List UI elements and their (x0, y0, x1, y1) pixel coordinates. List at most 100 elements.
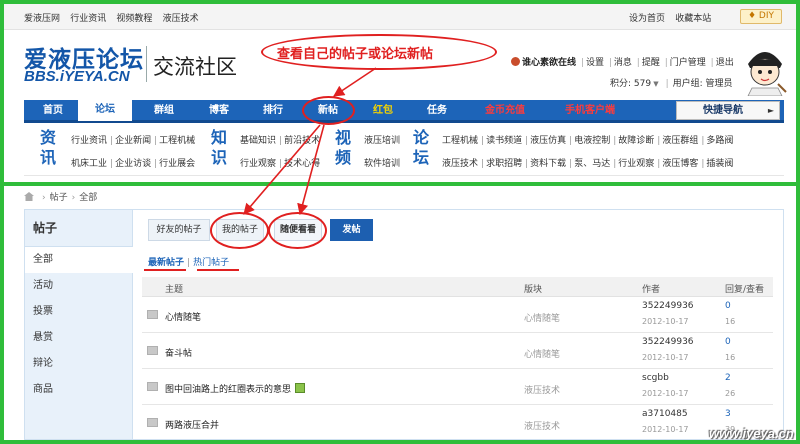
thread-views: 16 (725, 353, 736, 362)
logout-link[interactable]: 退出 (716, 58, 734, 68)
cat-link[interactable]: 插装阀 (706, 159, 733, 169)
category-luntan[interactable]: 论坛 (413, 128, 433, 168)
points-link[interactable]: 积分: 579 (610, 79, 651, 89)
thread-views: 26 (725, 389, 736, 398)
bookmark-link[interactable]: 收藏本站 (675, 14, 711, 24)
thread-forum[interactable]: 心情随笔 (524, 311, 560, 324)
thread-replies[interactable]: 0 (725, 337, 731, 347)
sidebar-item-debate[interactable]: 辩论 (25, 351, 132, 377)
sidebar-item-all[interactable]: 全部 (25, 247, 134, 273)
cat-link[interactable]: 行业观察 (240, 159, 276, 169)
sidebar-item-goods[interactable]: 商品 (25, 377, 132, 403)
thread-replies[interactable]: 0 (725, 301, 731, 311)
cat-link[interactable]: 基础知识 (240, 136, 276, 146)
cat-link[interactable]: 行业观察 (618, 159, 654, 169)
top-link-video[interactable]: 视频教程 (116, 14, 152, 24)
site-logo-en[interactable]: BBS.iYEYA.CN (24, 68, 130, 85)
cat-link[interactable]: 技术心得 (284, 159, 320, 169)
top-link-iyeya[interactable]: 爱液压网 (24, 14, 60, 24)
cat-link[interactable]: 企业访谈 (115, 159, 151, 169)
thread-views: 16 (725, 317, 736, 326)
nav-forum[interactable]: 论坛 (78, 98, 132, 121)
diy-button[interactable]: ♦ DIY (740, 9, 782, 24)
thread-title[interactable]: 两路液压合并 (165, 418, 219, 431)
annotation-underline-newest (144, 269, 186, 271)
quick-nav-button[interactable]: 快捷导航 ► (676, 101, 780, 120)
cat-link[interactable]: 液压群组 (662, 136, 698, 146)
cat-link[interactable]: 企业新闻 (115, 136, 151, 146)
watermark: www.iyeya.cn (709, 426, 794, 441)
sidebar-item-activity[interactable]: 活动 (25, 273, 132, 299)
thread-title[interactable]: 图中回油路上的红圈表示的意思 (165, 385, 291, 395)
avatar[interactable] (742, 44, 788, 96)
cat-link[interactable]: 机床工业 (71, 159, 107, 169)
nav-red-envelope[interactable]: 红包 (360, 100, 406, 120)
nav-mobile-client[interactable]: 手机客户端 (550, 100, 630, 120)
user-group-link[interactable]: 用户组: 管理员 (673, 79, 733, 89)
folder-icon (147, 346, 158, 355)
nav-home[interactable]: 首页 (30, 100, 76, 120)
nav-blog[interactable]: 博客 (196, 100, 242, 120)
nav-ranking[interactable]: 排行 (250, 100, 296, 120)
cat-link[interactable]: 资料下载 (530, 159, 566, 169)
username-link[interactable]: 谁心素欲在线 (522, 58, 576, 68)
new-post-button[interactable]: 发帖 (330, 219, 373, 241)
cat-link[interactable]: 泵、马达 (574, 159, 610, 169)
notifications-link[interactable]: 提醒 (642, 58, 660, 68)
thread-date: 2012-10-17 (642, 389, 689, 398)
top-link-tech[interactable]: 液压技术 (163, 14, 199, 24)
thread-author[interactable]: a3710485 (642, 409, 688, 419)
top-right-links: 设为首页 收藏本站 (629, 11, 718, 24)
cat-link[interactable]: 液压培训 (364, 136, 400, 146)
nav-tasks[interactable]: 任务 (414, 100, 460, 120)
cat-link[interactable]: 电液控制 (574, 136, 610, 146)
tab-friends-posts[interactable]: 好友的帖子 (148, 219, 210, 241)
cat-link[interactable]: 前沿技术 (284, 136, 320, 146)
sidebar-item-vote[interactable]: 投票 (25, 299, 132, 325)
thread-title-with-image[interactable]: 图中回油路上的红圈表示的意思 (165, 382, 306, 395)
thread-title[interactable]: 心情随笔 (165, 310, 201, 323)
annotation-ring-my-posts (210, 212, 269, 249)
cat-link[interactable]: 求职招聘 (486, 159, 522, 169)
cat-link[interactable]: 工程机械 (442, 136, 478, 146)
cat-link[interactable]: 行业展会 (159, 159, 195, 169)
cat-link[interactable]: 液压博客 (662, 159, 698, 169)
portal-admin-link[interactable]: 门户管理 (670, 58, 706, 68)
cat-link[interactable]: 软件培训 (364, 159, 400, 169)
cat-link[interactable]: 行业资讯 (71, 136, 107, 146)
sidebar-item-reward[interactable]: 悬赏 (25, 325, 132, 351)
col-subject: 主题 (165, 285, 184, 295)
thread-title[interactable]: 奋斗帖 (165, 346, 192, 359)
category-zhishi-row1: 基础知识 | 前沿技术 (240, 136, 321, 146)
thread-replies[interactable]: 2 (725, 373, 731, 383)
breadcrumb-all[interactable]: 全部 (79, 193, 97, 203)
thread-author[interactable]: scgbb (642, 373, 669, 383)
cat-link[interactable]: 工程机械 (159, 136, 195, 146)
subtab-bar: 最新帖子 | 热门帖子 (148, 258, 230, 268)
thread-forum[interactable]: 液压技术 (524, 383, 560, 396)
cat-link[interactable]: 故障诊断 (618, 136, 654, 146)
cat-link[interactable]: 多路阀 (706, 136, 733, 146)
settings-link[interactable]: 设置 (586, 58, 604, 68)
messages-link[interactable]: 消息 (614, 58, 632, 68)
subtab-newest[interactable]: 最新帖子 (148, 258, 184, 268)
thread-replies[interactable]: 3 (725, 409, 731, 419)
category-zhishi[interactable]: 知识 (211, 128, 231, 168)
home-icon[interactable] (24, 192, 34, 201)
cat-link[interactable]: 读书频道 (486, 136, 522, 146)
category-zixun[interactable]: 资讯 (40, 128, 60, 168)
breadcrumb-posts[interactable]: 帖子 (50, 193, 68, 203)
thread-forum[interactable]: 液压技术 (524, 419, 560, 432)
cat-link[interactable]: 液压技术 (442, 159, 478, 169)
thread-forum[interactable]: 心情随笔 (524, 347, 560, 360)
category-shipin[interactable]: 视频 (335, 128, 355, 168)
thread-author[interactable]: 352249936 (642, 337, 694, 347)
nav-gold-recharge[interactable]: 金币充值 (468, 100, 542, 120)
sidebar-title: 帖子 (33, 221, 58, 235)
cat-link[interactable]: 液压仿真 (530, 136, 566, 146)
set-homepage-link[interactable]: 设为首页 (629, 14, 665, 24)
subtab-hot[interactable]: 热门帖子 (193, 258, 229, 268)
thread-author[interactable]: 352249936 (642, 301, 694, 311)
top-link-news[interactable]: 行业资讯 (70, 14, 106, 24)
nav-groups[interactable]: 群组 (140, 100, 188, 120)
